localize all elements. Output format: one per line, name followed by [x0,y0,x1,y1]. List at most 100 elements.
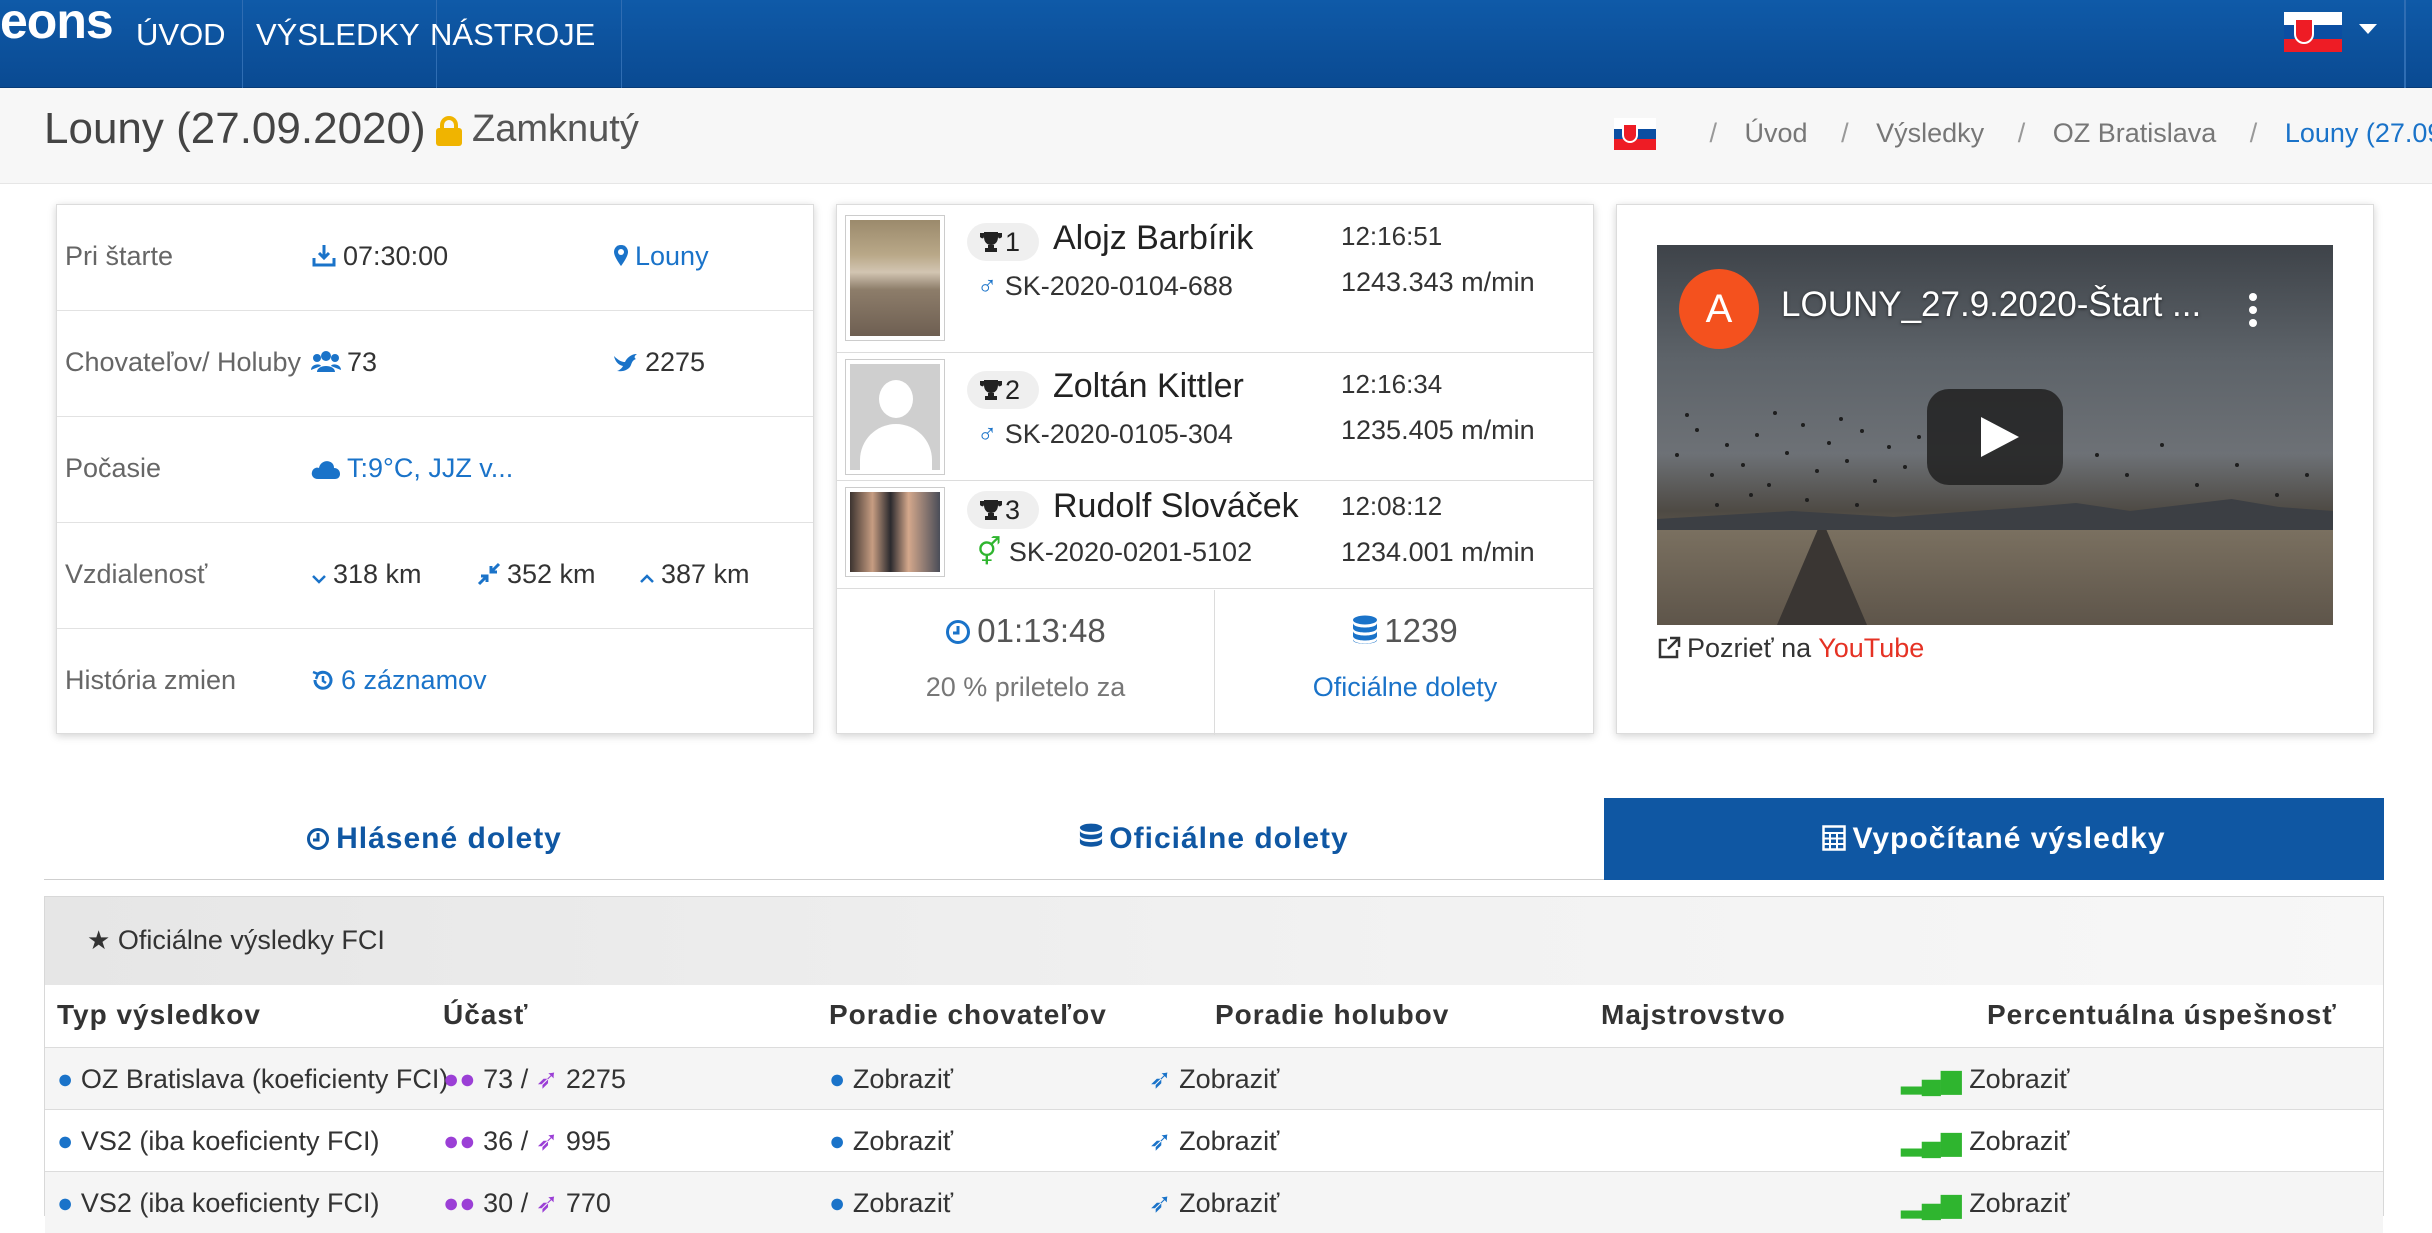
info-row-weather: Počasie T:9°C, JJZ v... [57,417,813,523]
winners-card: 1 Alojz Barbírik ♂ SK-2020-0104-688 12:1… [836,204,1595,735]
weather-label: Počasie [65,453,162,483]
pigeon-ranking-link[interactable]: ➶ Zobraziť [1149,1188,1279,1219]
male-icon: ♂ [977,271,998,301]
tab-calculated-results[interactable]: Vypočítané výsledky [1604,798,2384,880]
chevron-down-icon [312,575,326,584]
tab-reported-arrivals[interactable]: Hlásené dolety [44,798,824,880]
clock-icon [307,828,330,850]
participation: ●● 30 / ➶ 770 [443,1188,611,1218]
table-row: ● VS2 (iba koeficienty FCI) ●● 36 / ➶ 99… [45,1109,2383,1171]
winner-name[interactable]: Alojz Barbírik [1053,219,1253,258]
duration-stat: 01:13:48 20 % priletelo za [837,590,1215,735]
breadcrumb-flag-icon [1614,118,1662,150]
breadcrumb: / Úvod / Výsledky / OZ Bratislava / Loun… [1614,118,2432,150]
breadcrumb-vysledky[interactable]: Výsledky [1876,118,1984,148]
tab-official-arrivals[interactable]: Oficiálne dolety [824,798,1604,880]
trophy-icon [980,232,1002,252]
bird-icon: ➶ [1149,1188,1172,1218]
external-link-icon [1658,636,1681,659]
brand-logo[interactable]: eons [0,0,114,50]
rank-badge: 1 [967,223,1039,261]
winner-row[interactable]: 3 Rudolf Slováček ⚥ SK-2020-0201-5102 12… [837,481,1593,589]
map-marker-icon [614,245,628,266]
breeder-ranking-link[interactable]: ● Zobraziť [829,1188,953,1219]
nav-item-nastroje[interactable]: NÁSTROJE [414,0,622,110]
duration-caption: 20 % priletelo za [925,672,1126,702]
breadcrumb-uvod[interactable]: Úvod [1745,118,1808,148]
watch-on-youtube-link[interactable]: Pozrieť na YouTube [1657,633,1924,664]
col-header-participation: Účasť [443,999,529,1030]
percent-success-link[interactable]: ▂▄▆ Zobraziť [1901,1188,2069,1219]
pair-icon: ⚥ [977,537,1002,567]
users-icon: ●● [443,1188,476,1218]
play-button-icon[interactable] [1927,389,2063,485]
clock-icon [946,620,971,644]
trophy-icon [980,380,1002,400]
bird-icon: ➶ [535,1126,559,1156]
breeder-ranking-link[interactable]: ● Zobraziť [829,1064,953,1095]
bird-icon: ➶ [535,1064,559,1094]
top-navbar: eons ÚVOD VÝSLEDKY NÁSTROJE [0,0,2432,110]
winner-time: 12:16:34 [1341,369,1443,399]
video-menu-icon[interactable] [2249,293,2257,332]
language-flag-icon[interactable] [2284,12,2342,52]
winner-speed: 1234.001 m/min [1341,537,1535,567]
nav-item-uvod[interactable]: ÚVOD [120,0,243,88]
official-arrivals-link[interactable]: Oficiálne dolety [1215,672,1595,703]
pigeon-ranking-link[interactable]: ➶ Zobraziť [1149,1126,1279,1157]
user-icon: ● [829,1188,846,1218]
official-count-value: 1239 [1215,612,1595,650]
winner-name[interactable]: Rudolf Slováček [1053,487,1299,526]
breadcrumb-oz-bratislava[interactable]: OZ Bratislava [2053,118,2217,148]
winner-ring[interactable]: ⚥ SK-2020-0201-5102 [977,537,1252,568]
history-link[interactable]: 6 záznamov [311,665,487,696]
winner-speed: 1243.343 m/min [1341,267,1535,297]
participation: ●● 36 / ➶ 995 [443,1126,611,1156]
breeders-count: 73 [311,347,377,378]
breeder-ranking-link[interactable]: ● Zobraziť [829,1126,953,1157]
race-info-card: Pri štarte 07:30:00 Louny Chovateľov/ Ho… [56,204,814,734]
winner-3-photo [845,487,945,577]
release-icon [312,245,336,267]
language-dropdown-caret-icon[interactable] [2359,24,2377,34]
percent-success-link[interactable]: ▂▄▆ Zobraziť [1901,1126,2069,1157]
bird-icon: ➶ [1149,1064,1172,1094]
youtube-video-player[interactable]: A LOUNY_27.9.2020-Štart ... [1657,245,2333,625]
col-header-percent-success: Percentuálna úspešnosť [1987,999,2337,1030]
col-header-breeder-ranking: Poradie chovateľov [829,999,1107,1030]
database-icon [1080,823,1103,847]
start-place-link[interactable]: Louny [613,241,709,272]
signal-icon: ▂▄▆ [1901,1064,1962,1094]
nav-item-vysledky[interactable]: VÝSLEDKY [240,0,437,88]
official-count-stat: 1239 Oficiálne dolety [1215,590,1595,735]
winner-row[interactable]: 2 Zoltán Kittler ♂ SK-2020-0105-304 12:1… [837,353,1593,481]
winner-time: 12:16:51 [1341,221,1443,251]
nav-item-nastroje-label: NÁSTROJE [430,17,596,52]
signal-icon: ▂▄▆ [1901,1188,1962,1218]
rank-badge: 2 [967,371,1039,409]
users-icon [311,351,341,372]
winner-ring[interactable]: ♂ SK-2020-0104-688 [977,271,1233,302]
star-icon: ★ [87,925,111,955]
trophy-icon [980,500,1002,520]
video-title[interactable]: LOUNY_27.9.2020-Štart ... [1781,285,2201,325]
weather-link[interactable]: T:9°C, JJZ v... [311,453,513,484]
participation: ●● 73 / ➶ 2275 [443,1064,626,1094]
video-card: A LOUNY_27.9.2020-Štart ... Pozrieť na Y… [1616,204,2374,734]
winner-2-photo [845,359,945,475]
winner-name[interactable]: Zoltán Kittler [1053,367,1244,406]
official-results-panel: ★ Oficiálne výsledky FCI Typ výsledkov Ú… [44,896,2384,1233]
info-row-history: História zmien 6 záznamov [57,629,813,735]
user-icon: ● [829,1126,846,1156]
percent-success-link[interactable]: ▂▄▆ Zobraziť [1901,1064,2069,1095]
channel-avatar[interactable]: A [1679,269,1759,349]
winner-ring[interactable]: ♂ SK-2020-0105-304 [977,419,1233,450]
user-icon: ● [57,1188,74,1218]
pigeon-ranking-link[interactable]: ➶ Zobraziť [1149,1064,1279,1095]
history-icon [312,670,333,690]
result-type: ● OZ Bratislava (koeficienty FCI) [57,1064,449,1094]
distance-avg: 352 km [477,559,596,590]
panel-title: ★ Oficiálne výsledky FCI [87,925,385,955]
winner-speed: 1235.405 m/min [1341,415,1535,445]
winner-row[interactable]: 1 Alojz Barbírik ♂ SK-2020-0104-688 12:1… [837,205,1593,353]
